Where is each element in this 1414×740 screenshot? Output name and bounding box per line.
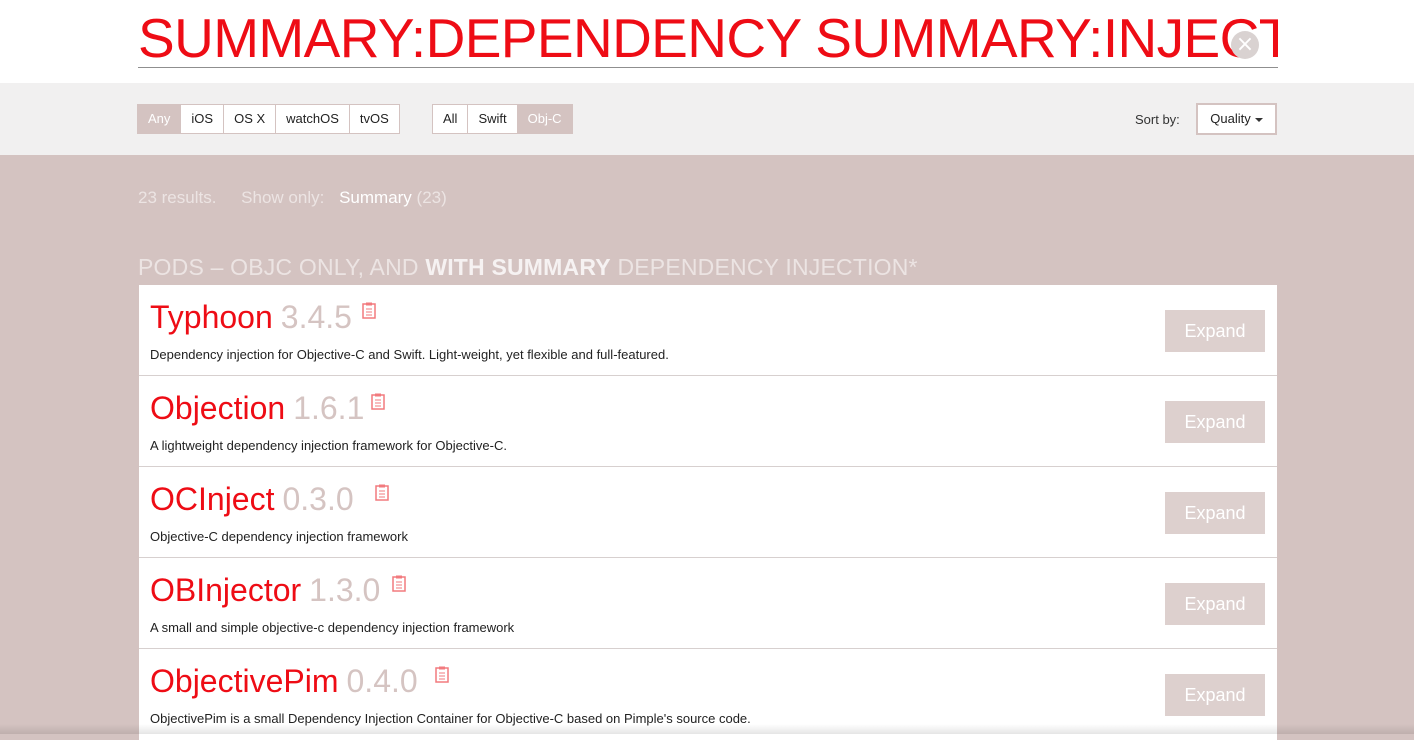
pod-name: ObjectivePim [150, 663, 339, 699]
platform-tvos-button[interactable]: tvOS [348, 104, 400, 134]
pod-name-link[interactable]: Typhoon 3.4.5 [150, 298, 352, 336]
clipboard-icon[interactable] [371, 393, 385, 410]
expand-button[interactable]: Expand [1165, 674, 1265, 716]
section-heading-suffix: DEPENDENCY INJECTION* [617, 254, 918, 280]
section-heading-bold: WITH SUMMARY [425, 254, 611, 280]
pod-name-link[interactable]: Objection 1.6.1 [150, 389, 364, 427]
search-input[interactable] [138, 8, 1278, 67]
language-filter: All Swift Obj-C [432, 104, 573, 134]
pod-name-link[interactable]: OCInject 0.3.0 [150, 480, 354, 518]
expand-button[interactable]: Expand [1165, 492, 1265, 534]
pod-name: Objection [150, 390, 286, 426]
results-list: Typhoon 3.4.5 Dependency injection for Ob… [139, 285, 1277, 740]
show-only-label: Show only: [241, 188, 325, 207]
clipboard-icon[interactable] [375, 484, 389, 501]
pod-description: Objective-C dependency injection framewo… [150, 529, 408, 544]
language-objc-button[interactable]: Obj-C [516, 104, 573, 134]
results-summary: 23 results. Show only: Summary (23) [138, 188, 447, 208]
sort-dropdown[interactable]: Quality [1196, 103, 1277, 135]
summary-filter-count: (23) [416, 188, 447, 207]
pod-card: OBInjector 1.3.0 A small and simple objec… [139, 558, 1277, 649]
bottom-shadow [0, 724, 1414, 734]
language-all-button[interactable]: All [432, 104, 469, 134]
section-heading: PODS – OBJC ONLY, AND WITH SUMMARY DEPEN… [138, 254, 918, 281]
platform-osx-button[interactable]: OS X [223, 104, 277, 134]
expand-button[interactable]: Expand [1165, 310, 1265, 352]
section-heading-prefix: PODS – OBJC ONLY, AND [138, 254, 419, 280]
caret-down-icon [1254, 117, 1263, 122]
pod-card: Objection 1.6.1 A lightweight dependency … [139, 376, 1277, 467]
sort-label: Sort by: [1135, 112, 1180, 127]
expand-button[interactable]: Expand [1165, 401, 1265, 443]
platform-watchos-button[interactable]: watchOS [275, 104, 350, 134]
pod-version: 1.3.0 [309, 572, 381, 608]
expand-button[interactable]: Expand [1165, 583, 1265, 625]
search-field [138, 0, 1278, 68]
sort-value: Quality [1210, 111, 1251, 126]
pod-name: Typhoon [150, 299, 273, 335]
clipboard-icon[interactable] [362, 302, 376, 319]
platform-any-button[interactable]: Any [137, 104, 182, 134]
pod-name-link[interactable]: ObjectivePim 0.4.0 [150, 662, 418, 700]
filter-bar: Any iOS OS X watchOS tvOS All Swift Obj-… [0, 83, 1414, 155]
platform-ios-button[interactable]: iOS [180, 104, 225, 134]
clipboard-icon[interactable] [435, 666, 449, 683]
pod-name: OCInject [150, 481, 275, 517]
results-count: 23 results. [138, 188, 217, 207]
pod-description: A lightweight dependency injection frame… [150, 438, 507, 453]
language-swift-button[interactable]: Swift [467, 104, 518, 134]
pod-version: 0.4.0 [346, 663, 418, 699]
pod-card: Typhoon 3.4.5 Dependency injection for Ob… [139, 285, 1277, 376]
summary-filter-link[interactable]: Summary [339, 188, 412, 207]
pod-version: 1.6.1 [293, 390, 365, 426]
header-bar: × [0, 0, 1414, 83]
pod-description: Dependency injection for Objective-C and… [150, 347, 669, 362]
pod-card: OCInject 0.3.0 Objective-C dependency inj… [139, 467, 1277, 558]
platform-filter: Any iOS OS X watchOS tvOS [137, 104, 400, 134]
pod-version: 0.3.0 [282, 481, 354, 517]
clipboard-icon[interactable] [392, 575, 406, 592]
pod-description: A small and simple objective-c dependenc… [150, 620, 515, 635]
pod-name-link[interactable]: OBInjector 1.3.0 [150, 571, 380, 609]
pod-name: OBInjector [150, 572, 302, 608]
clear-search-icon[interactable]: × [1231, 31, 1259, 59]
pod-version: 3.4.5 [280, 299, 352, 335]
